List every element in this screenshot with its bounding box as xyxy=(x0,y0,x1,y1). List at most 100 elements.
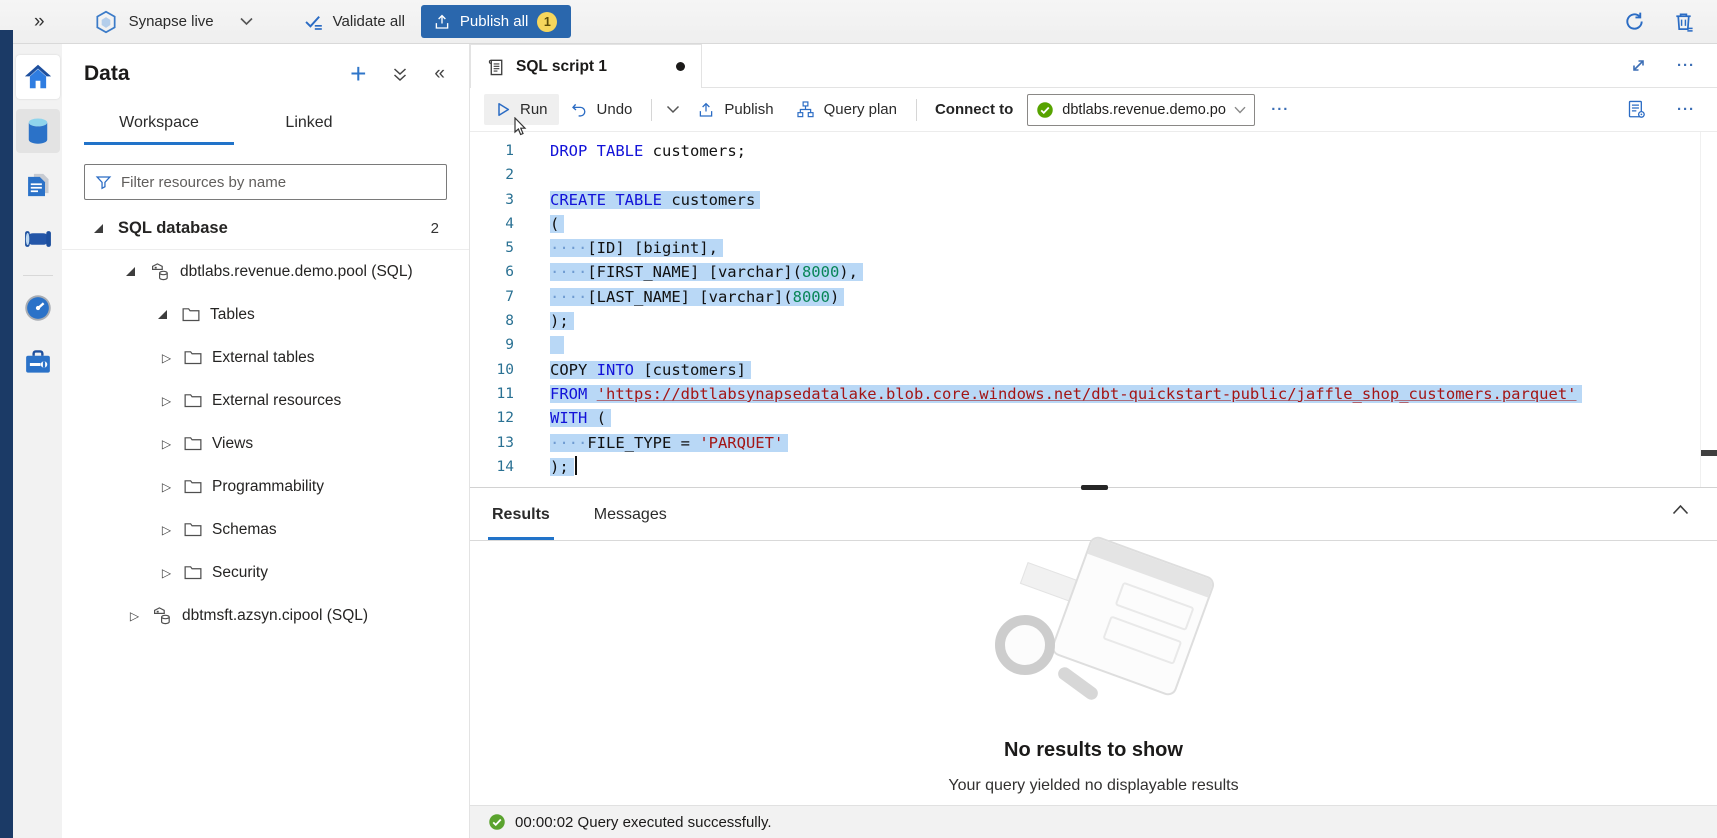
tree-item-security[interactable]: ▷Security xyxy=(62,551,469,594)
editor-toolbar: Run Undo Publish Query plan Connect to xyxy=(470,88,1717,132)
filter-funnel-icon xyxy=(95,174,112,191)
tab-linked[interactable]: Linked xyxy=(234,106,384,145)
data-panel: Data + « Workspace Linked SQL database2d… xyxy=(62,44,470,838)
collapse-arrow-icon[interactable] xyxy=(158,310,167,319)
code-line[interactable]: 7····[LAST_NAME] [varchar](8000) xyxy=(470,285,1717,309)
publish-icon xyxy=(433,13,451,31)
line-number: 14 xyxy=(470,455,522,479)
code-text: WITH ( xyxy=(522,406,611,430)
chevron-down-icon[interactable] xyxy=(240,17,253,26)
code-line[interactable]: 12WITH ( xyxy=(470,406,1717,430)
filter-input[interactable] xyxy=(121,174,436,191)
pool-icon xyxy=(150,262,170,282)
collapse-results-icon[interactable] xyxy=(1672,504,1689,515)
trash-icon[interactable] xyxy=(1672,10,1695,33)
tree-item-tables[interactable]: Tables xyxy=(62,293,469,336)
tree-item-programmability[interactable]: ▷Programmability xyxy=(62,465,469,508)
tree-item-views[interactable]: ▷Views xyxy=(62,422,469,465)
line-number: 1 xyxy=(470,139,522,163)
develop-icon[interactable] xyxy=(16,163,60,207)
manage-icon[interactable] xyxy=(16,340,60,384)
tree-item-sql-database[interactable]: SQL database2 xyxy=(62,208,469,250)
editor-scrollbar[interactable] xyxy=(1700,132,1701,487)
collapse-panel-icon[interactable]: « xyxy=(434,63,445,85)
tree-item-label: Schemas xyxy=(212,521,277,539)
editor-scrollbar-thumb[interactable] xyxy=(1701,450,1717,456)
publish-icon xyxy=(697,101,715,119)
code-text: ); xyxy=(522,455,577,479)
code-text xyxy=(522,333,564,357)
code-line[interactable]: 1DROP TABLE customers; xyxy=(470,139,1717,163)
code-text: ····FILE_TYPE = 'PARQUET' xyxy=(522,431,788,455)
resize-handle[interactable] xyxy=(1081,485,1108,490)
expand-pane-icon[interactable] xyxy=(1630,57,1647,74)
validate-all-button[interactable]: Validate all xyxy=(303,11,405,32)
tree-item-dbtlabs-revenue-demo-pool-sql[interactable]: dbtlabs.revenue.demo.pool (SQL) xyxy=(62,250,469,293)
expand-arrow-icon[interactable]: ▷ xyxy=(160,394,173,408)
toolbar-divider xyxy=(916,99,917,121)
expand-arrow-icon[interactable]: ▷ xyxy=(160,351,173,365)
collapse-all-icon[interactable] xyxy=(393,67,407,82)
tree-item-external-resources[interactable]: ▷External resources xyxy=(62,379,469,422)
home-icon[interactable] xyxy=(16,55,60,99)
undo-button[interactable]: Undo xyxy=(559,94,644,126)
line-number: 7 xyxy=(470,285,522,309)
run-play-icon xyxy=(495,101,511,118)
code-line[interactable]: 3CREATE TABLE customers xyxy=(470,188,1717,212)
data-icon[interactable] xyxy=(16,109,60,153)
code-line[interactable]: 9 xyxy=(470,333,1717,357)
code-line[interactable]: 14); xyxy=(470,455,1717,479)
run-button[interactable]: Run xyxy=(484,94,559,125)
expand-arrow-icon[interactable]: ▷ xyxy=(160,566,173,580)
code-line[interactable]: 4( xyxy=(470,212,1717,236)
code-text xyxy=(522,163,550,187)
code-line[interactable]: 8); xyxy=(470,309,1717,333)
code-lines: 1DROP TABLE customers;23CREATE TABLE cus… xyxy=(470,139,1717,479)
expand-nav-icon[interactable]: » xyxy=(34,11,45,33)
code-line[interactable]: 13····FILE_TYPE = 'PARQUET' xyxy=(470,431,1717,455)
empty-state-title: No results to show xyxy=(1004,739,1183,762)
tab-sql-script-1[interactable]: SQL script 1 xyxy=(470,44,702,88)
code-line[interactable]: 11FROM 'https://dbtlabsynapsedatalake.bl… xyxy=(470,382,1717,406)
expand-arrow-icon[interactable]: ▷ xyxy=(128,609,141,623)
monitor-icon[interactable] xyxy=(16,286,60,330)
code-text: ····[LAST_NAME] [varchar](8000) xyxy=(522,285,844,309)
undo-split-chevron-icon[interactable] xyxy=(660,98,686,121)
expand-arrow-icon[interactable]: ▷ xyxy=(160,437,173,451)
tree-item-external-tables[interactable]: ▷External tables xyxy=(62,336,469,379)
tab-workspace[interactable]: Workspace xyxy=(84,106,234,145)
query-plan-button[interactable]: Query plan xyxy=(785,93,908,126)
properties-icon[interactable] xyxy=(1626,99,1647,120)
add-resource-button[interactable]: + xyxy=(350,64,366,84)
code-line[interactable]: 5····[ID] [bigint], xyxy=(470,236,1717,260)
folder-icon xyxy=(184,350,202,365)
code-line[interactable]: 2 xyxy=(470,163,1717,187)
collapse-arrow-icon[interactable] xyxy=(126,267,135,276)
line-number: 13 xyxy=(470,431,522,455)
code-editor[interactable]: 1DROP TABLE customers;23CREATE TABLE cus… xyxy=(470,132,1717,487)
toolbar-more-icon[interactable]: ··· xyxy=(1271,101,1289,118)
publish-all-button[interactable]: Publish all 1 xyxy=(421,5,571,38)
code-line[interactable]: 6····[FIRST_NAME] [varchar](8000), xyxy=(470,260,1717,284)
tab-more-icon[interactable]: ··· xyxy=(1677,57,1695,74)
code-line[interactable]: 10COPY INTO [customers] xyxy=(470,358,1717,382)
connection-value: dbtlabs.revenue.demo.pool xyxy=(1062,102,1226,118)
integrate-icon[interactable] xyxy=(16,217,60,261)
empty-state-subtitle: Your query yielded no displayable result… xyxy=(948,777,1238,795)
editor-more-icon[interactable]: ··· xyxy=(1677,101,1695,118)
sql-script-pane: SQL script 1 ··· Run Undo xyxy=(470,44,1717,838)
tree-item-schemas[interactable]: ▷ Schemas xyxy=(62,508,469,551)
publish-button[interactable]: Publish xyxy=(686,94,784,126)
chevron-down-icon xyxy=(1234,106,1246,114)
refresh-icon[interactable] xyxy=(1623,10,1646,33)
tab-messages[interactable]: Messages xyxy=(590,506,671,540)
mode-selector-label[interactable]: Synapse live xyxy=(129,13,214,30)
tree-item-dbtmsft-azsyn-cipool-sql[interactable]: ▷dbtmsft.azsyn.cipool (SQL) xyxy=(62,594,469,637)
collapse-arrow-icon[interactable] xyxy=(94,224,103,233)
code-text: ····[ID] [bigint], xyxy=(522,236,723,260)
expand-arrow-icon[interactable]: ▷ xyxy=(160,480,173,494)
connection-dropdown[interactable]: dbtlabs.revenue.demo.pool xyxy=(1027,94,1255,126)
tab-results[interactable]: Results xyxy=(488,506,554,540)
tree-item-label: Tables xyxy=(210,306,255,324)
expand-arrow-icon[interactable]: ▷ xyxy=(160,523,173,537)
